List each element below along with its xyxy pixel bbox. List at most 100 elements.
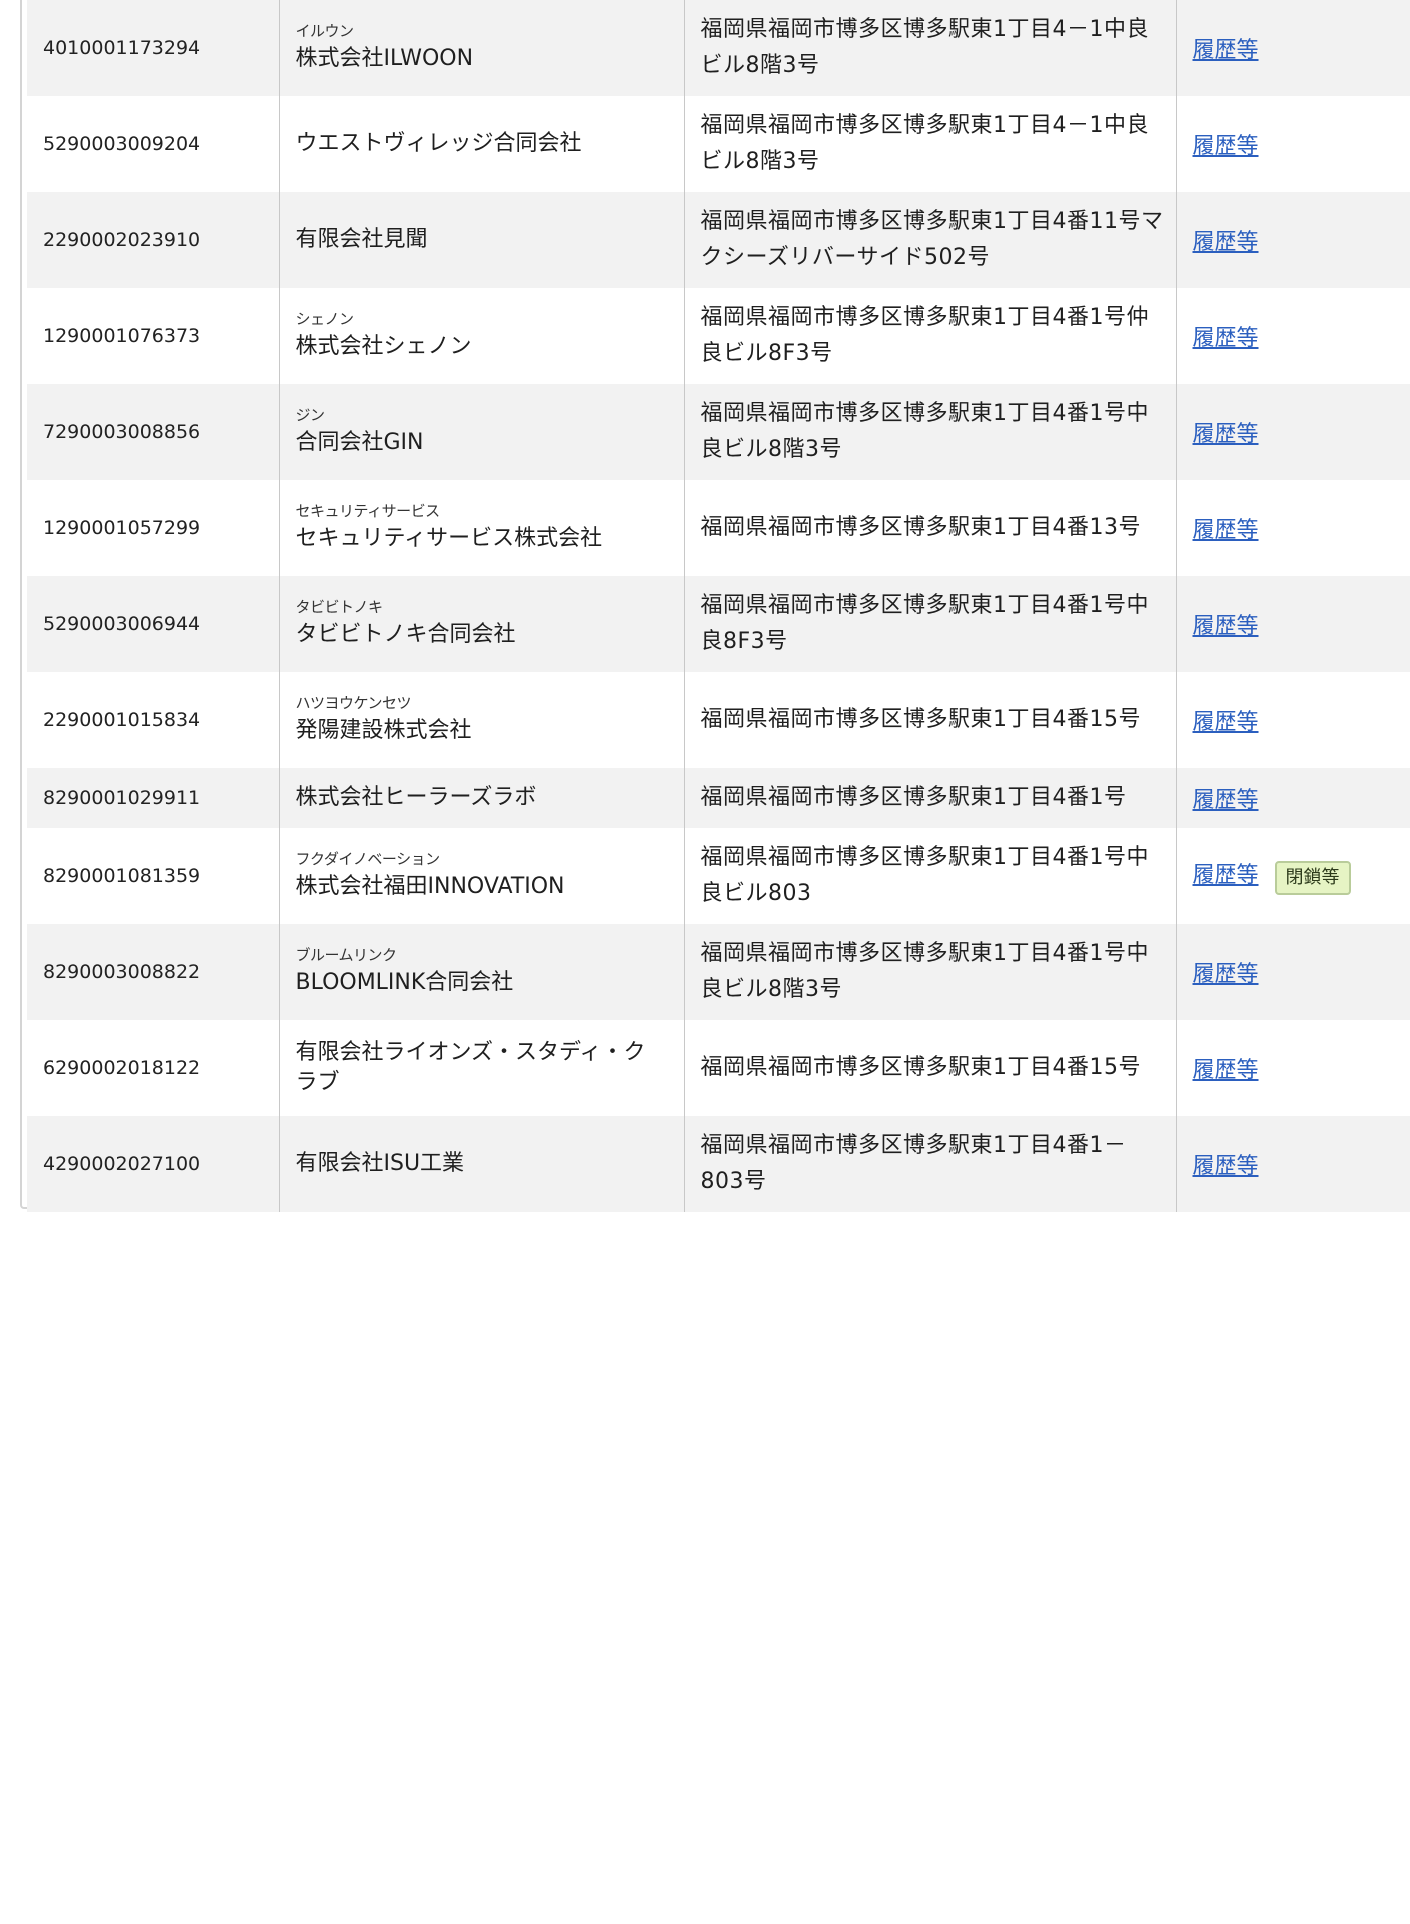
corporate-name: BLOOMLINK合同会社 (295, 970, 514, 995)
corporate-number: 2290001015834 (27, 672, 279, 768)
corporate-number: 8290001029911 (27, 768, 279, 828)
corporate-address: 福岡県福岡市博多区博多駅東1丁目4－1中良ビル8階3号 (683, 0, 1176, 96)
history-link[interactable]: 履歴等 (1193, 326, 1259, 351)
corporate-name-cell: ウエストヴィレッジ合同会社 (278, 96, 684, 192)
corporate-name: 合同会社GIN (295, 430, 424, 455)
corporate-name-cell: イルウン株式会社ILWOON (278, 0, 684, 96)
corporate-number: 5290003009204 (27, 96, 279, 192)
corporate-number: 8290003008822 (27, 924, 279, 1020)
table-row: 8290003008822 ブルームリンク BLOOMLINK合同会社 福岡県福岡… (27, 924, 1410, 1020)
corporate-name-cell: 有限会社ライオンズ・スタディ・クラブ (278, 1020, 684, 1116)
corporate-number: 4290002027100 (27, 1116, 279, 1212)
corporate-address: 福岡県福岡市博多区博多駅東1丁目4番15号 (683, 672, 1176, 768)
table-row: 8290001081359 フクダイノベーション株式会社福田INNOVATION… (27, 828, 1410, 924)
corporate-address: 福岡県福岡市博多区博多駅東1丁目4番1号 (683, 768, 1176, 828)
corporate-address: 福岡県福岡市博多区博多駅東1丁目4番15号 (683, 1020, 1176, 1116)
name-kana: ジン (295, 406, 326, 424)
corporate-address: 福岡県福岡市博多区博多駅東1丁目4番1号中良ビル803 (683, 828, 1176, 924)
history-link[interactable]: 履歴等 (1193, 134, 1259, 159)
table-row: 8290001029911 株式会社ヒーラーズラボ 福岡県福岡市博多区博多駅東1… (27, 768, 1410, 828)
corporate-number: 1290001057299 (27, 480, 279, 576)
corporate-name-cell: 株式会社ヒーラーズラボ (278, 768, 684, 828)
corporate-name-cell: セキュリティサービスセキュリティサービス株式会社 (278, 480, 684, 576)
corporate-name-cell: ハツヨウケンセツ発陽建設株式会社 (278, 672, 684, 768)
corporate-name: ウエストヴィレッジ合同会社 (295, 131, 582, 156)
history-cell: 履歴等 (1175, 672, 1410, 768)
history-link[interactable]: 履歴等 (1193, 38, 1259, 63)
table-row: 5290003006944 タビビトノキタビビトノキ合同会社 福岡県福岡市博多区… (27, 576, 1410, 672)
history-cell: 履歴等 (1175, 768, 1410, 828)
corporate-name: 有限会社見聞 (295, 227, 428, 252)
name-kana: タビビトノキ (295, 598, 384, 616)
history-link[interactable]: 履歴等 (1193, 1154, 1259, 1179)
name-kana: シェノン (295, 310, 355, 328)
corporate-name-cell: ジン合同会社GIN (278, 384, 684, 480)
history-cell: 履歴等 (1175, 480, 1410, 576)
corporate-address: 福岡県福岡市博多区博多駅東1丁目4番1号仲良ビル8F3号 (683, 288, 1176, 384)
history-cell: 履歴等 (1175, 288, 1410, 384)
corporate-number: 7290003008856 (27, 384, 279, 480)
corporate-number: 4010001173294 (27, 0, 279, 96)
history-cell: 履歴等 (1175, 924, 1410, 1020)
corporate-number-results-table: 4010001173294 イルウン株式会社ILWOON 福岡県福岡市博多区博多… (27, 0, 1410, 1212)
corporate-name: 株式会社シェノン (295, 334, 472, 359)
corporate-number: 5290003006944 (27, 576, 279, 672)
corporate-name-cell: タビビトノキタビビトノキ合同会社 (278, 576, 684, 672)
table-row: 7290003008856 ジン合同会社GIN 福岡県福岡市博多区博多駅東1丁目… (27, 384, 1410, 480)
corporate-address: 福岡県福岡市博多区博多駅東1丁目4番1号中良ビル8階3号 (683, 384, 1176, 480)
corporate-number: 8290001081359 (27, 828, 279, 924)
corporate-address: 福岡県福岡市博多区博多駅東1丁目4番13号 (683, 480, 1176, 576)
corporate-name: 発陽建設株式会社 (295, 718, 472, 743)
corporate-name-cell: 有限会社見聞 (278, 192, 684, 288)
table-row: 4290002027100 有限会社ISU工業 福岡県福岡市博多区博多駅東1丁目… (27, 1116, 1410, 1212)
history-cell: 履歴等 (1175, 0, 1410, 96)
history-cell: 履歴等 (1175, 192, 1410, 288)
table-row: 1290001076373 シェノン株式会社シェノン 福岡県福岡市博多区博多駅東… (27, 288, 1410, 384)
history-link[interactable]: 履歴等 (1193, 422, 1259, 447)
corporate-name: 株式会社福田INNOVATION (295, 874, 565, 899)
name-kana: ブルームリンク (295, 946, 398, 964)
name-kana: フクダイノベーション (295, 850, 441, 868)
history-cell: 履歴等 (1175, 96, 1410, 192)
corporate-number: 1290001076373 (27, 288, 279, 384)
corporate-number: 2290002023910 (27, 192, 279, 288)
corporate-address: 福岡県福岡市博多区博多駅東1丁目4－1中良ビル8階3号 (683, 96, 1176, 192)
history-link[interactable]: 履歴等 (1193, 962, 1259, 987)
history-link[interactable]: 履歴等 (1193, 788, 1259, 813)
name-kana: ハツヨウケンセツ (295, 694, 412, 712)
history-link[interactable]: 履歴等 (1193, 230, 1259, 255)
table-row: 1290001057299 セキュリティサービスセキュリティサービス株式会社 福… (27, 480, 1410, 576)
corporate-name: タビビトノキ合同会社 (295, 622, 516, 647)
name-kana: セキュリティサービス (295, 502, 441, 520)
corporate-number: 6290002018122 (27, 1020, 279, 1116)
table-row: 2290002023910 有限会社見聞 福岡県福岡市博多区博多駅東1丁目4番1… (27, 192, 1410, 288)
corporate-name-cell: ブルームリンク BLOOMLINK合同会社 (278, 924, 684, 1020)
corporate-name-cell: 有限会社ISU工業 (278, 1116, 684, 1212)
corporate-name: 有限会社ISU工業 (295, 1151, 465, 1176)
table-row: 6290002018122 有限会社ライオンズ・スタディ・クラブ 福岡県福岡市博… (27, 1020, 1410, 1116)
corporate-name-cell: シェノン株式会社シェノン (278, 288, 684, 384)
name-kana: イルウン (295, 22, 355, 40)
history-cell: 履歴等 (1175, 1020, 1410, 1116)
corporate-name: セキュリティサービス株式会社 (295, 526, 603, 551)
history-link[interactable]: 履歴等 (1193, 710, 1259, 735)
history-link[interactable]: 履歴等 (1193, 518, 1259, 543)
corporate-name-cell: フクダイノベーション株式会社福田INNOVATION (278, 828, 684, 924)
history-link[interactable]: 履歴等 (1193, 614, 1259, 639)
table-row: 5290003009204 ウエストヴィレッジ合同会社 福岡県福岡市博多区博多駅… (27, 96, 1410, 192)
history-cell: 履歴等 (1175, 384, 1410, 480)
history-link[interactable]: 履歴等 (1193, 863, 1259, 888)
corporate-name: 株式会社ヒーラーズラボ (295, 785, 537, 810)
corporate-address: 福岡県福岡市博多区博多駅東1丁目4番1号中良8F3号 (683, 576, 1176, 672)
table-row: 2290001015834 ハツヨウケンセツ発陽建設株式会社 福岡県福岡市博多区… (27, 672, 1410, 768)
corporate-name: 有限会社ライオンズ・スタディ・クラブ (295, 1040, 646, 1095)
corporate-address: 福岡県福岡市博多区博多駅東1丁目4番11号マクシーズリバーサイド502号 (683, 192, 1176, 288)
history-cell: 履歴等 閉鎖等 (1175, 828, 1410, 924)
corporate-name: 株式会社ILWOON (295, 46, 474, 71)
history-cell: 履歴等 (1175, 576, 1410, 672)
history-link[interactable]: 履歴等 (1193, 1058, 1259, 1083)
closed-status-badge: 閉鎖等 (1274, 860, 1351, 895)
table-row: 4010001173294 イルウン株式会社ILWOON 福岡県福岡市博多区博多… (27, 0, 1410, 96)
history-cell: 履歴等 (1175, 1116, 1410, 1212)
corporate-address: 福岡県福岡市博多区博多駅東1丁目4番1号中良ビル8階3号 (683, 924, 1176, 1020)
